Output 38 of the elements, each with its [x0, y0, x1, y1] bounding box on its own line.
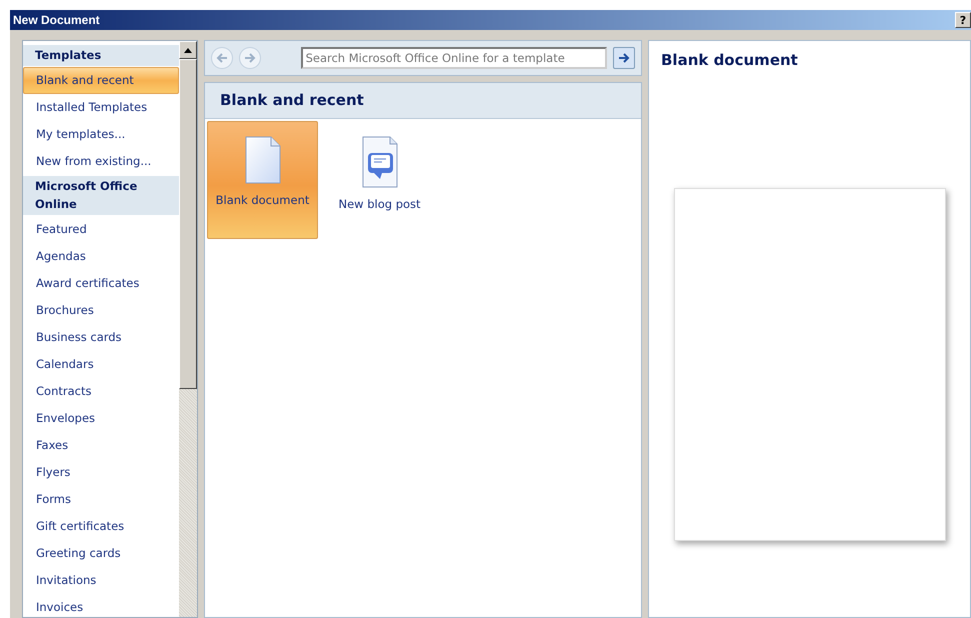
- scroll-up-button[interactable]: [179, 41, 197, 59]
- scrollbar[interactable]: [179, 41, 197, 617]
- category-item[interactable]: Greeting cards: [23, 540, 179, 567]
- blog-post-icon: [362, 136, 398, 188]
- right-arrow-icon: [618, 53, 630, 63]
- search-field[interactable]: Search Microsoft Office Online for a template: [300, 47, 608, 69]
- scroll-thumb[interactable]: [179, 59, 197, 389]
- window-title: New Document: [13, 12, 100, 29]
- category-item[interactable]: Blank and recent: [23, 67, 179, 94]
- category-item[interactable]: My templates...: [23, 121, 179, 148]
- up-arrow-icon: [184, 48, 192, 52]
- category-item[interactable]: Agendas: [23, 242, 179, 270]
- category-item[interactable]: Envelopes: [23, 404, 179, 432]
- category-item[interactable]: Installed Templates: [23, 94, 179, 122]
- category-item[interactable]: Featured: [23, 216, 179, 243]
- category-item[interactable]: Gift certificates: [23, 512, 179, 540]
- category-item[interactable]: Invitations: [23, 566, 179, 594]
- help-button[interactable]: ?: [955, 12, 971, 28]
- left-arrow-icon: [216, 53, 228, 63]
- category-item[interactable]: Calendars: [23, 350, 179, 378]
- preview-title: Blank document: [661, 50, 799, 71]
- search-go-button[interactable]: [613, 47, 636, 69]
- right-arrow-icon: [244, 53, 256, 63]
- template-tile[interactable]: New blog post: [324, 120, 435, 238]
- category-heading: Templates: [23, 45, 179, 66]
- template-tile[interactable]: Blank document: [207, 120, 318, 238]
- category-item[interactable]: Award certificates: [23, 270, 179, 297]
- category-item[interactable]: New from existing...: [23, 148, 179, 176]
- category-item[interactable]: Business cards: [23, 324, 179, 351]
- blank-page-icon: [244, 136, 280, 184]
- category-heading: Microsoft Office Online: [23, 176, 179, 215]
- gallery-heading: Blank and recent: [205, 83, 641, 118]
- category-item[interactable]: Brochures: [23, 296, 179, 324]
- category-item[interactable]: Contracts: [23, 378, 179, 405]
- category-item[interactable]: Forms: [23, 486, 179, 513]
- category-item[interactable]: Faxes: [23, 432, 179, 459]
- category-item[interactable]: Invoices: [23, 594, 179, 617]
- category-item[interactable]: Flyers: [23, 458, 179, 486]
